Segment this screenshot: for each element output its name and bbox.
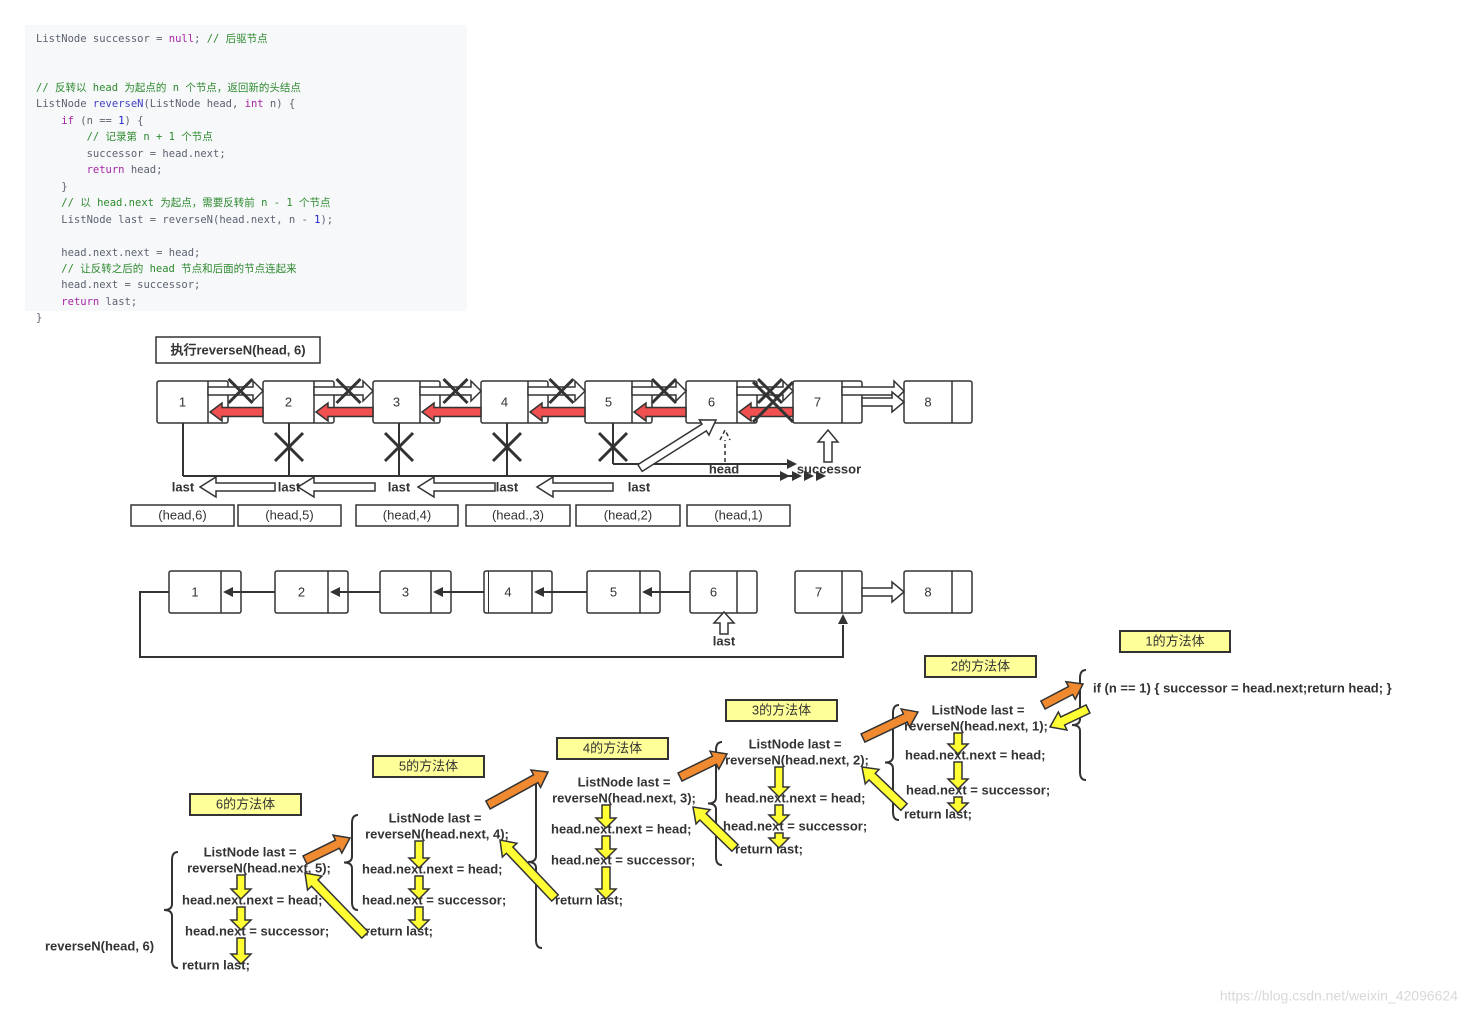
last-label: last	[628, 479, 651, 494]
node-value: 7	[814, 394, 821, 409]
last-pointer-arrow	[712, 610, 736, 635]
method-line: ListNode last =	[578, 774, 671, 789]
method-line: head.next = successor;	[723, 818, 867, 833]
node-value: 4	[501, 394, 508, 409]
reversed-pointer-arrow	[528, 401, 586, 423]
reversed-pointer-arrow	[314, 401, 374, 423]
call-label: (head,4)	[383, 507, 431, 522]
reversed-pointer-arrow	[632, 401, 687, 423]
last-label: last	[713, 633, 736, 648]
list-node	[794, 570, 863, 614]
call-arrow	[484, 769, 550, 810]
dashed-arrow	[719, 428, 731, 462]
last-return-arrow	[198, 475, 276, 499]
method-line: head.next = successor;	[362, 892, 506, 907]
node-value: 2	[298, 584, 305, 599]
node-value: 8	[924, 394, 931, 409]
node-value: 5	[605, 394, 612, 409]
return-arrow	[499, 839, 560, 903]
reversed-pointer-arrow	[208, 401, 264, 423]
method-line: reverseN(head.next, 4);	[365, 826, 509, 841]
list-node	[903, 380, 973, 424]
shape	[488, 571, 489, 613]
arrowhead-icon	[780, 471, 790, 481]
node-value: 6	[708, 394, 715, 409]
method-line: head.next = successor;	[906, 782, 1050, 797]
node-value: 4	[504, 584, 511, 599]
method-title: 2的方法体	[951, 658, 1010, 673]
method-title: 1的方法体	[1145, 633, 1204, 648]
return-arrow	[1048, 703, 1091, 732]
method-line: head.next.next = head;	[551, 821, 692, 836]
watermark: https://blog.csdn.net/weixin_42096624	[1220, 988, 1458, 1004]
last-label: last	[172, 479, 195, 494]
call-arrow	[860, 707, 920, 744]
call-label: (head,1)	[714, 507, 762, 522]
method-line: head.next.next = head;	[905, 747, 1046, 762]
node-value: 3	[393, 394, 400, 409]
arrowhead-icon	[787, 459, 797, 469]
list-node	[903, 570, 973, 614]
list-node	[689, 570, 758, 614]
node-value: 3	[402, 584, 409, 599]
node-value: 6	[710, 584, 717, 599]
method-line: head.next.next = head;	[182, 892, 323, 907]
call-label: (head,6)	[158, 507, 206, 522]
method-title: 4的方法体	[583, 740, 642, 755]
method-line: reverseN(head.next, 2);	[725, 752, 869, 767]
last-label: last	[496, 479, 519, 494]
return-arrow	[861, 766, 909, 812]
brace	[343, 814, 359, 911]
node-value: 1	[179, 394, 186, 409]
arrowhead-icon	[838, 614, 848, 624]
method-line: head.next = successor;	[185, 923, 329, 938]
successor-pointer-arrow	[816, 428, 840, 463]
node-value: 7	[815, 584, 822, 599]
method-line: ListNode last =	[389, 810, 482, 825]
last-label: last	[388, 479, 411, 494]
last-return-arrow	[296, 475, 376, 499]
last-return-arrow	[416, 475, 496, 499]
method-line: if (n == 1) { successor = head.next;retu…	[1093, 680, 1392, 695]
call-label: (head.,3)	[492, 507, 544, 522]
method-line: head.next.next = head;	[725, 790, 866, 805]
brace	[527, 775, 543, 949]
method-line: reverseN(head.next, 3);	[552, 790, 696, 805]
method-line: reverseN(head.next, 1);	[904, 718, 1048, 733]
caller-label: reverseN(head, 6)	[45, 938, 154, 953]
call-arrow	[677, 750, 729, 783]
diagram-title: 执行reverseN(head, 6)	[170, 342, 305, 357]
method-line: ListNode last =	[749, 736, 842, 751]
brace	[163, 851, 179, 969]
call-label: (head,2)	[604, 507, 652, 522]
node-value: 8	[924, 584, 931, 599]
method-line: ListNode last =	[932, 702, 1025, 717]
node-value: 2	[285, 394, 292, 409]
next-pointer-arrow	[861, 580, 906, 604]
method-line: return last;	[555, 892, 623, 907]
diagram: 执行reverseN(head, 6) 1 2 3 4 5 6 7 8 head successor…	[45, 336, 1458, 1004]
method-line: ListNode last =	[204, 844, 297, 859]
node-value: 1	[191, 584, 198, 599]
reversed-pointer-arrow	[420, 401, 482, 423]
method-line: head.next = successor;	[551, 852, 695, 867]
last-return-arrow	[535, 475, 614, 499]
method-title: 3的方法体	[752, 702, 811, 717]
method-title: 5的方法体	[399, 758, 458, 773]
node-value: 5	[610, 584, 617, 599]
successor-label: successor	[797, 461, 861, 476]
method-title: 6的方法体	[216, 796, 275, 811]
method-line: return last;	[735, 841, 803, 856]
call-label: (head,5)	[265, 507, 313, 522]
call-arrow	[1039, 680, 1085, 710]
method-line: head.next.next = head;	[362, 861, 503, 876]
head-label: head	[709, 461, 739, 476]
